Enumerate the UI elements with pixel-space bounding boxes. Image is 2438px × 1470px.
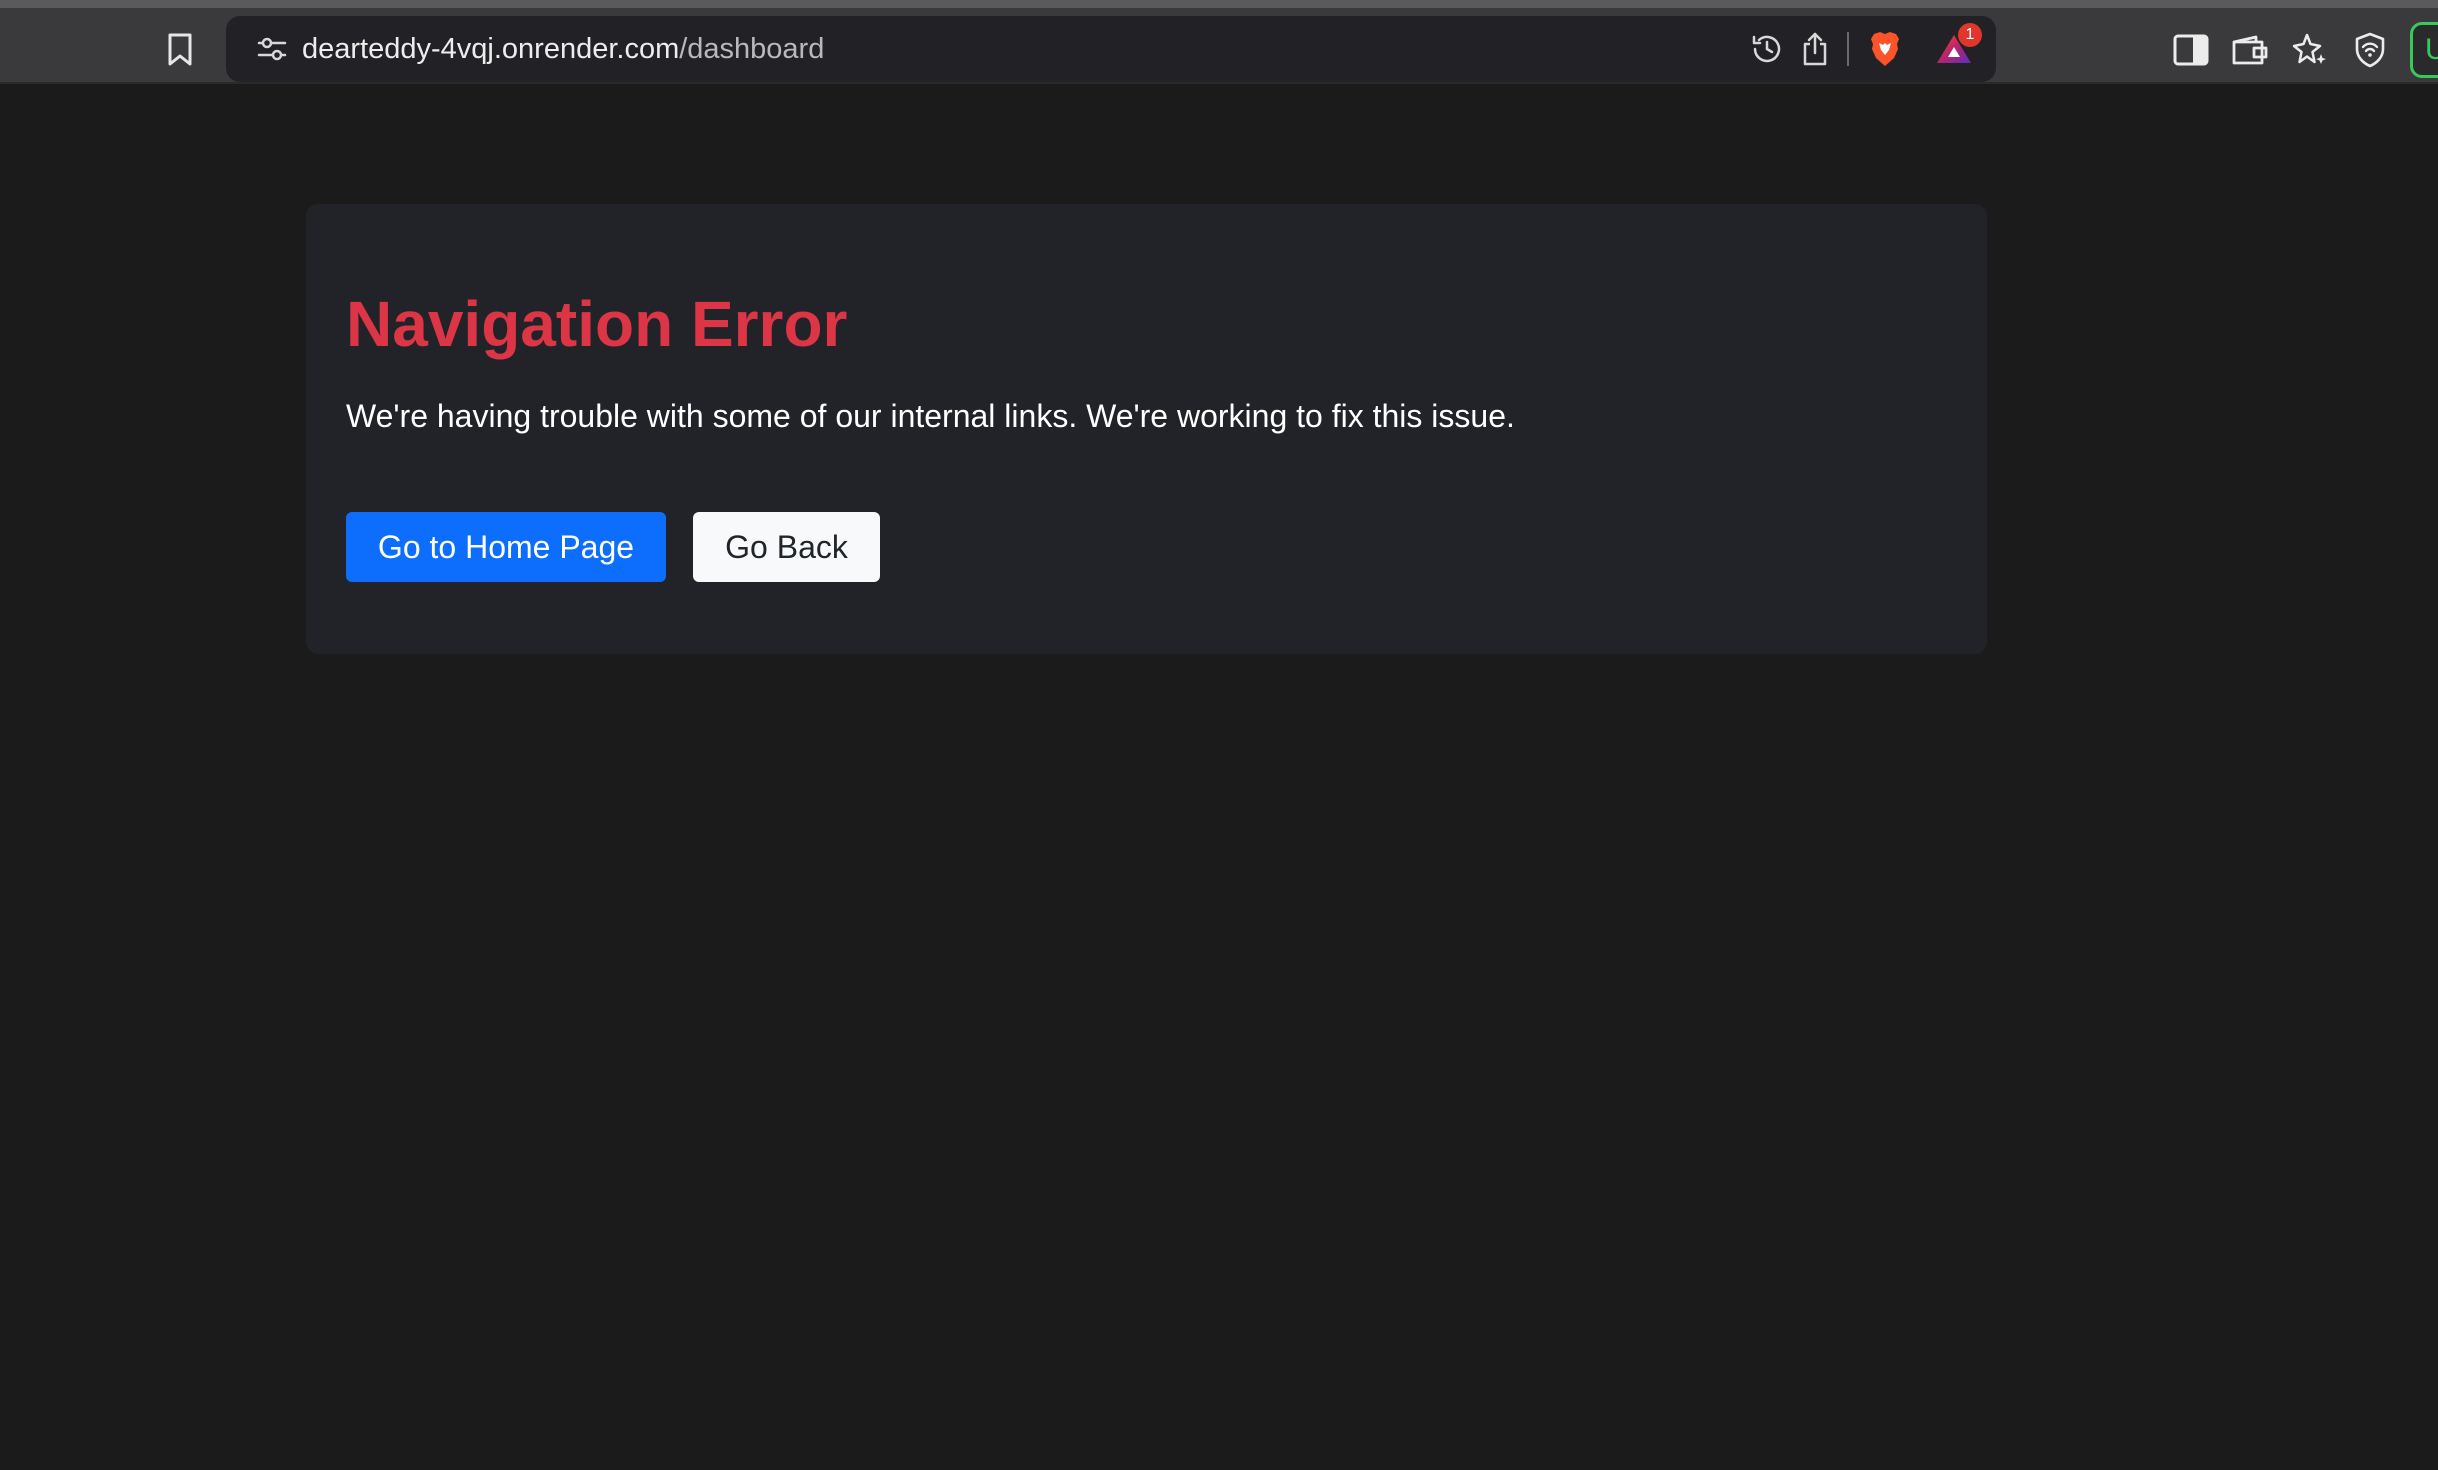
bookmark-icon[interactable] xyxy=(160,28,200,72)
profile-button[interactable]: U xyxy=(2410,22,2438,78)
error-title: Navigation Error xyxy=(346,288,848,360)
share-icon[interactable] xyxy=(1795,29,1835,69)
error-message: We're having trouble with some of our in… xyxy=(346,398,1515,434)
brave-rewards-icon[interactable]: 1 xyxy=(1934,23,1982,69)
address-bar[interactable]: dearteddy-4vqj.onrender.com/dashboard 1 xyxy=(226,16,1996,82)
url-domain: dearteddy-4vqj.onrender.com xyxy=(302,33,680,65)
url-path: /dashboard xyxy=(679,33,825,65)
leo-ai-icon[interactable] xyxy=(2289,29,2331,71)
url-text[interactable]: dearteddy-4vqj.onrender.com/dashboard xyxy=(302,16,824,82)
go-back-button[interactable]: Go Back xyxy=(693,512,880,582)
site-settings-icon[interactable] xyxy=(256,33,288,65)
browser-toolbar: dearteddy-4vqj.onrender.com/dashboard 1 … xyxy=(0,0,2438,84)
brave-shields-icon[interactable] xyxy=(1865,29,1905,69)
go-to-home-page-button[interactable]: Go to Home Page xyxy=(346,512,666,582)
history-icon[interactable] xyxy=(1747,29,1787,69)
rewards-badge: 1 xyxy=(1958,23,1982,47)
sidebar-icon[interactable] xyxy=(2170,29,2212,71)
error-card: Navigation Error We're having trouble wi… xyxy=(306,204,1987,654)
address-bar-divider xyxy=(1847,32,1849,66)
vpn-icon[interactable] xyxy=(2349,29,2391,71)
wallet-icon[interactable] xyxy=(2229,29,2271,71)
